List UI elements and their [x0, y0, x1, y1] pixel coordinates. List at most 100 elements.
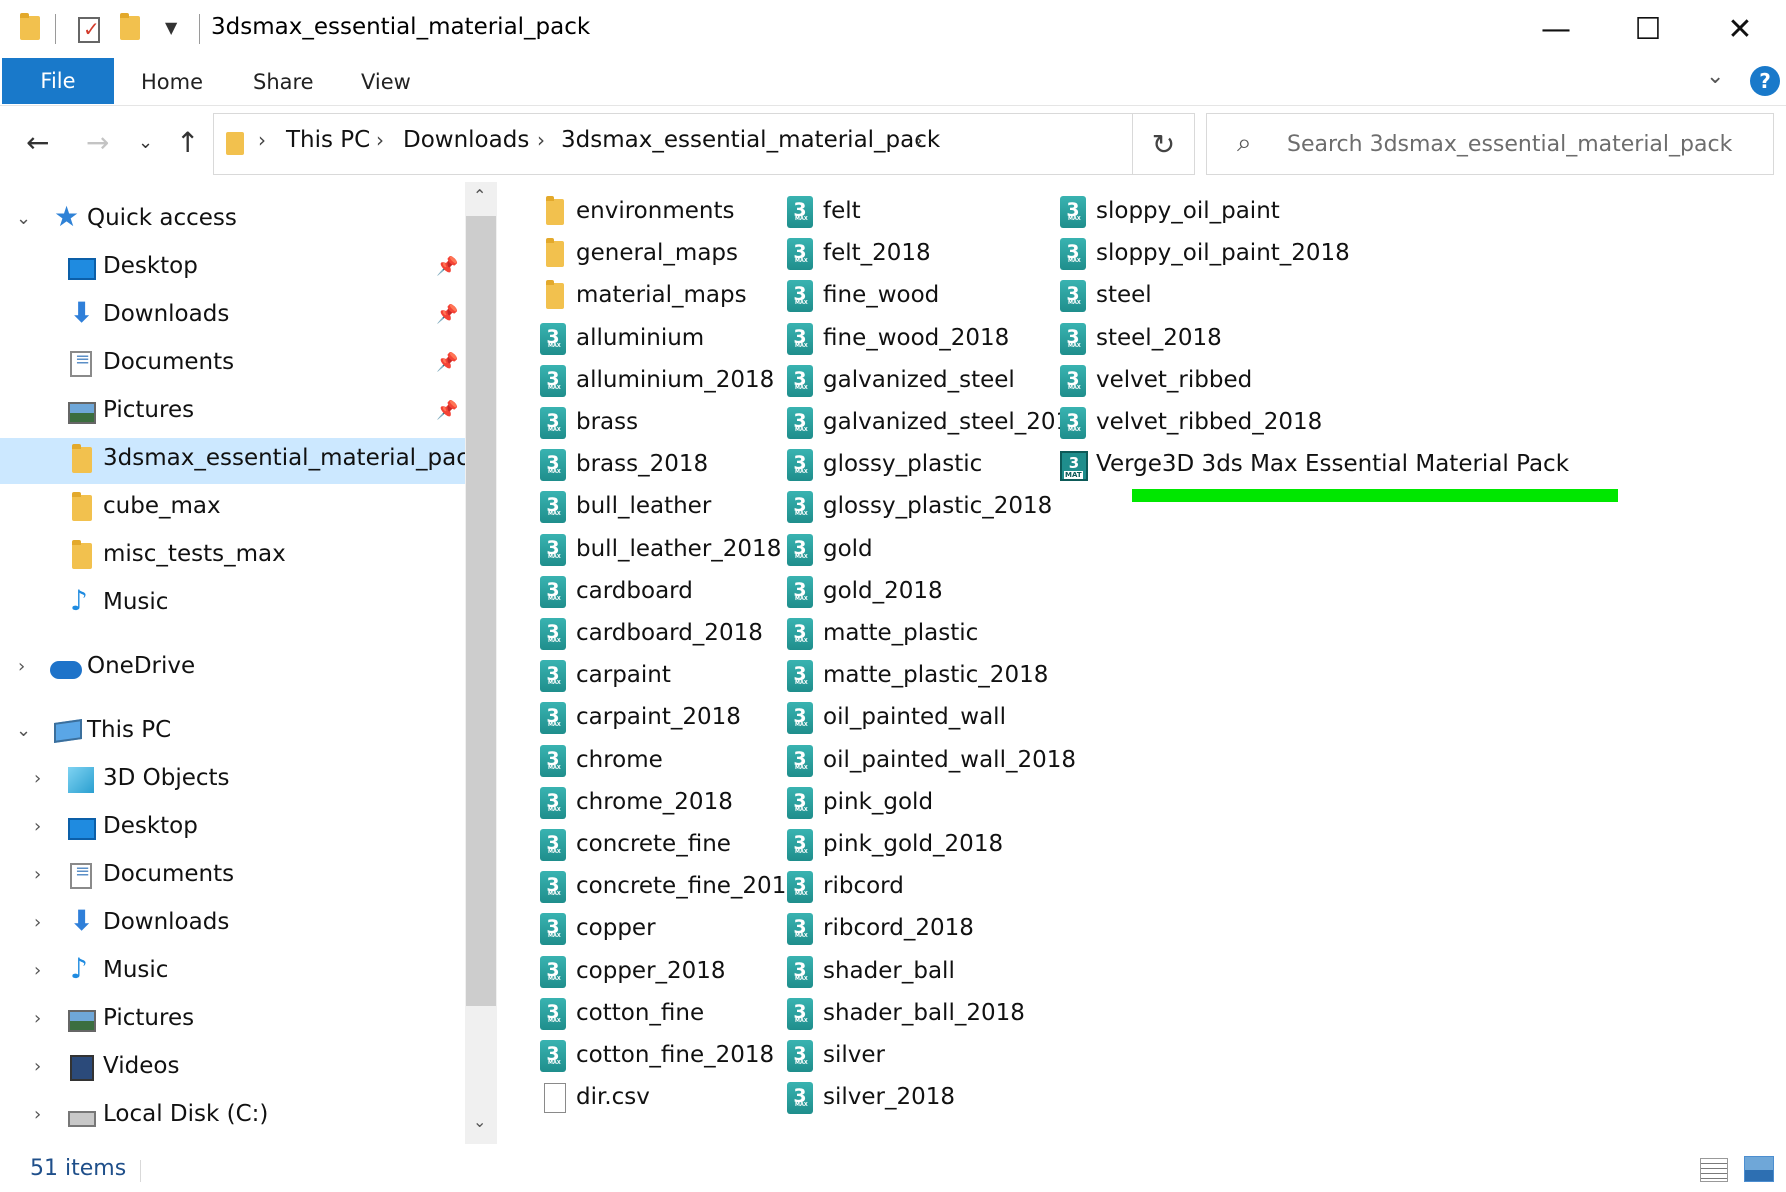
back-button[interactable]: ← — [26, 126, 49, 159]
nav-pc-pictures[interactable]: › Pictures — [0, 998, 465, 1044]
nav-quick-documents[interactable]: Documents 📌 — [0, 342, 465, 388]
tab-home[interactable]: Home — [141, 70, 203, 94]
chevron-right-icon[interactable]: › — [34, 816, 41, 837]
properties-icon[interactable] — [78, 17, 100, 43]
chevron-right-icon[interactable]: › — [34, 864, 41, 885]
3dsmax-file-icon: 3 — [540, 365, 566, 397]
3dsmax-file-icon: 3 — [1060, 407, 1086, 439]
nav-scrollbar[interactable]: ⌃ ⌄ — [465, 182, 497, 1144]
nav-pc-desktop[interactable]: › Desktop — [0, 806, 465, 852]
3dsmax-file-icon: 3 — [540, 829, 566, 861]
navigation-bar: ← → ⌄ ↑ › This PC › Downloads › 3dsmax_e… — [0, 106, 1786, 182]
nav-pc-videos[interactable]: › Videos — [0, 1046, 465, 1092]
recent-locations-button[interactable]: ⌄ — [138, 132, 153, 153]
divider — [199, 14, 200, 44]
search-input[interactable] — [1287, 126, 1757, 162]
chevron-down-icon[interactable]: ⌄ — [16, 208, 31, 229]
help-icon[interactable]: ? — [1750, 66, 1780, 96]
nav-pc-documents[interactable]: › Documents — [0, 854, 465, 900]
chevron-right-icon[interactable]: › — [34, 1008, 41, 1029]
chevron-right-icon[interactable]: › — [34, 1056, 41, 1077]
tab-file[interactable]: File — [2, 58, 114, 104]
details-view-icon[interactable] — [1700, 1158, 1728, 1182]
file-name: cardboard_2018 — [576, 620, 763, 646]
file-name: silver — [823, 1042, 885, 1068]
expand-ribbon-icon[interactable]: ⌄ — [1706, 64, 1724, 89]
nav-quick-cube-max[interactable]: cube_max — [0, 486, 465, 532]
file-name: brass — [576, 409, 639, 435]
address-bar[interactable]: › This PC › Downloads › 3dsmax_essential… — [213, 113, 1318, 175]
forward-button[interactable]: → — [86, 126, 109, 159]
nav-pc-3d-objects[interactable]: › 3D Objects — [0, 758, 465, 804]
nav-label: 3dsmax_essential_material_pack — [103, 445, 470, 471]
nav-quick-misc-tests-max[interactable]: misc_tests_max — [0, 534, 465, 580]
chevron-right-icon[interactable]: › — [34, 960, 41, 981]
nav-quick-downloads[interactable]: ⬇ Downloads 📌 — [0, 294, 465, 340]
search-icon: ⌕ — [1237, 128, 1252, 158]
chevron-right-icon[interactable]: › — [34, 1104, 41, 1125]
nav-quick-music[interactable]: ♪ Music — [0, 582, 465, 628]
breadcrumb-current-folder[interactable]: 3dsmax_essential_material_pack — [561, 127, 940, 153]
chevron-right-icon[interactable]: › — [376, 128, 384, 152]
3dsmax-file-icon: 3 — [540, 1040, 566, 1072]
file-name: carpaint — [576, 662, 671, 688]
nav-pc-local-disk[interactable]: › Local Disk (C:) — [0, 1094, 465, 1140]
new-folder-icon[interactable] — [120, 13, 140, 40]
scroll-up-icon[interactable]: ⌃ — [473, 186, 486, 205]
nav-pc-music[interactable]: › ♪ Music — [0, 950, 465, 996]
large-icons-view-icon[interactable] — [1744, 1156, 1774, 1182]
file-name: concrete_fine — [576, 831, 731, 857]
file-name: shader_ball — [823, 958, 955, 984]
chevron-right-icon[interactable]: › — [537, 128, 545, 152]
3dsmax-file-icon: 3 — [787, 576, 813, 608]
music-icon: ♪ — [70, 584, 88, 617]
chevron-right-icon[interactable]: › — [34, 768, 41, 789]
file-name: steel_2018 — [1096, 325, 1222, 351]
nav-quick-desktop[interactable]: Desktop 📌 — [0, 246, 465, 292]
breadcrumb-downloads[interactable]: Downloads — [403, 127, 529, 153]
nav-this-pc[interactable]: ⌄ This PC — [0, 710, 465, 756]
chevron-right-icon[interactable]: › — [18, 656, 25, 677]
tab-share[interactable]: Share — [253, 70, 314, 94]
nav-onedrive[interactable]: › OneDrive — [0, 646, 465, 692]
nav-label: Documents — [103, 861, 235, 887]
folder-icon — [546, 196, 564, 225]
scroll-thumb[interactable] — [466, 216, 496, 1006]
breadcrumb-this-pc[interactable]: This PC — [286, 127, 370, 153]
chevron-right-icon[interactable]: › — [34, 912, 41, 933]
nav-quick-3dsmax-pack[interactable]: 3dsmax_essential_material_pack — [0, 438, 470, 484]
pin-icon[interactable]: 📌 — [436, 256, 458, 277]
documents-icon — [70, 861, 92, 889]
nav-label: Local Disk (C:) — [103, 1101, 269, 1127]
file-name: velvet_ribbed — [1096, 367, 1253, 393]
window-title: 3dsmax_essential_material_pack — [211, 14, 591, 40]
nav-quick-access[interactable]: ⌄ ★ Quick access — [0, 198, 465, 244]
pin-icon[interactable]: 📌 — [436, 400, 458, 421]
file-name: matte_plastic — [823, 620, 979, 646]
minimize-button[interactable]: — — [1510, 0, 1602, 58]
chevron-down-icon[interactable]: ⌄ — [16, 720, 31, 741]
3dsmax-file-icon: 3 — [787, 491, 813, 523]
file-name: alluminium — [576, 325, 705, 351]
chevron-right-icon[interactable]: › — [258, 128, 266, 152]
folder-icon[interactable] — [20, 13, 40, 40]
3d-objects-icon — [68, 767, 94, 793]
file-name: ribcord_2018 — [823, 915, 974, 941]
scroll-down-icon[interactable]: ⌄ — [473, 1112, 486, 1131]
search-box[interactable]: ⌕ — [1206, 113, 1774, 175]
customize-toolbar-icon[interactable]: ▼ — [165, 18, 177, 37]
pin-icon[interactable]: 📌 — [436, 352, 458, 373]
file-name: oil_painted_wall_2018 — [823, 747, 1076, 773]
maximize-button[interactable]: ☐ — [1602, 0, 1694, 58]
close-button[interactable]: ✕ — [1694, 0, 1786, 58]
chevron-right-icon[interactable]: › — [915, 128, 923, 152]
pin-icon[interactable]: 📌 — [436, 304, 458, 325]
3dsmax-file-icon: 3 — [787, 323, 813, 355]
csv-file-icon — [544, 1083, 566, 1113]
refresh-button[interactable]: ↻ — [1133, 113, 1195, 175]
file-name: felt — [823, 198, 861, 224]
up-button[interactable]: ↑ — [176, 126, 199, 159]
nav-quick-pictures[interactable]: Pictures 📌 — [0, 390, 465, 436]
tab-view[interactable]: View — [361, 70, 411, 94]
nav-pc-downloads[interactable]: › ⬇ Downloads — [0, 902, 465, 948]
